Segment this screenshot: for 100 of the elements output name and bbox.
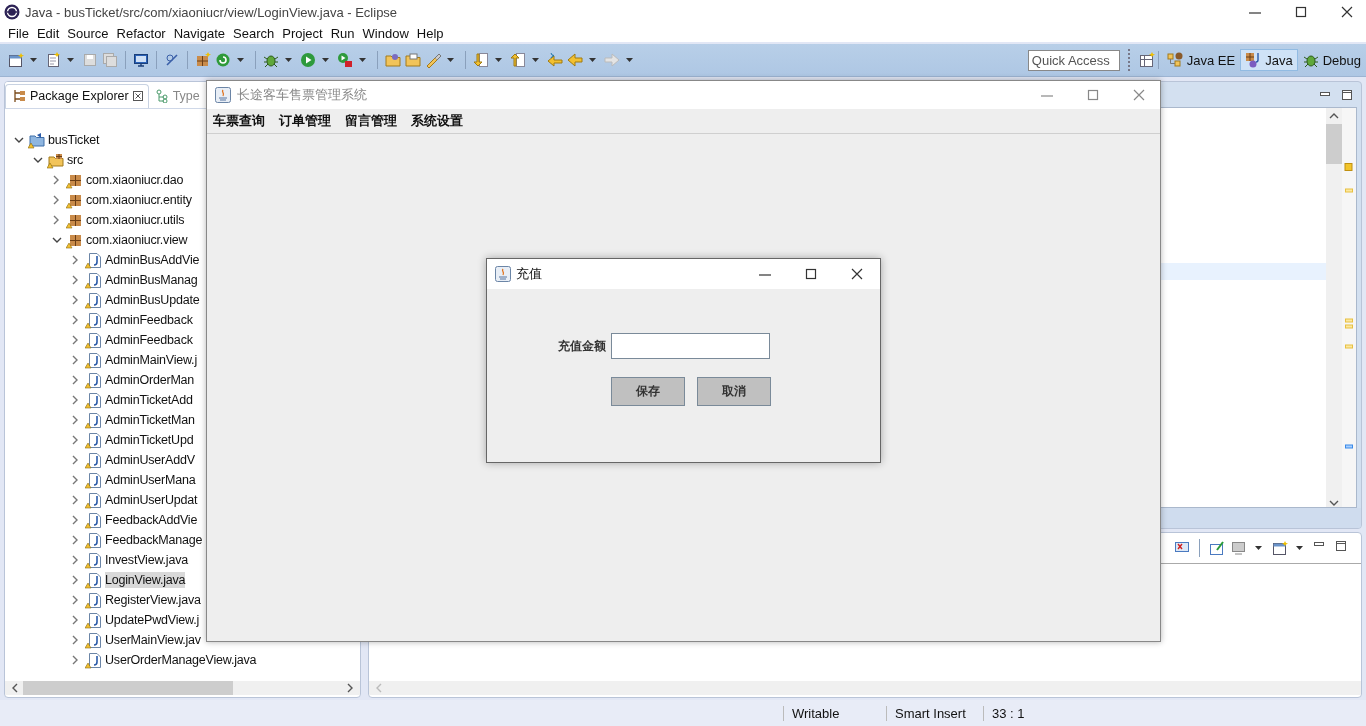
tree-item[interactable]: UserMainView.jav bbox=[105, 632, 201, 648]
tree-item[interactable]: AdminUserMana bbox=[105, 472, 196, 488]
tree-item[interactable]: FeedbackManage bbox=[105, 532, 203, 548]
tree-item[interactable]: FeedbackAddVie bbox=[105, 512, 198, 528]
caret-icon[interactable] bbox=[446, 56, 455, 64]
arrow-up-icon[interactable] bbox=[510, 52, 526, 68]
chevron-down-icon[interactable] bbox=[1329, 499, 1339, 507]
folder-icon[interactable] bbox=[385, 52, 401, 68]
menu-item[interactable]: Help bbox=[414, 25, 450, 41]
maximize-icon[interactable] bbox=[804, 267, 818, 281]
tree-item[interactable]: com.xiaoniucr.utils bbox=[86, 212, 185, 228]
menu-item[interactable]: File bbox=[6, 25, 35, 41]
caret-icon[interactable] bbox=[531, 56, 540, 64]
menu-item[interactable]: 车票查询 bbox=[213, 112, 265, 130]
caret-icon[interactable] bbox=[1295, 544, 1304, 552]
menu-item[interactable]: 订单管理 bbox=[279, 112, 331, 130]
tree-item[interactable]: AdminBusAddVie bbox=[105, 252, 200, 268]
menu-item[interactable]: Project bbox=[280, 25, 329, 41]
caret-icon[interactable] bbox=[494, 56, 503, 64]
tree-item[interactable]: AdminTicketAdd bbox=[105, 392, 193, 408]
tree-item[interactable]: InvestView.java bbox=[105, 552, 188, 568]
menu-item[interactable]: 系统设置 bbox=[411, 112, 463, 130]
bug-icon[interactable] bbox=[263, 52, 279, 68]
new-window-icon[interactable] bbox=[8, 52, 24, 68]
perspective-button[interactable]: Java bbox=[1240, 49, 1298, 71]
perspective-button[interactable]: Debug bbox=[1297, 49, 1366, 71]
menu-item[interactable]: Refactor bbox=[114, 25, 172, 41]
chevron-right-icon[interactable] bbox=[346, 683, 354, 693]
caret-icon[interactable] bbox=[321, 56, 330, 64]
menu-item[interactable]: Source bbox=[65, 25, 115, 41]
tree-item[interactable]: AdminMainView.j bbox=[105, 352, 197, 368]
view-tab[interactable]: Type bbox=[148, 85, 200, 108]
tree-item[interactable]: AdminBusUpdate bbox=[105, 292, 200, 308]
scrollbar-thumb[interactable] bbox=[23, 681, 233, 695]
tree-item[interactable]: AdminBusManag bbox=[105, 272, 198, 288]
tree-item[interactable]: com.xiaoniucr.dao bbox=[86, 172, 184, 188]
new-window-icon[interactable] bbox=[1272, 540, 1288, 556]
caret-icon[interactable] bbox=[588, 56, 597, 64]
scrollbar-thumb[interactable] bbox=[1326, 124, 1342, 164]
close-icon[interactable] bbox=[850, 267, 864, 281]
tree-item[interactable]: busTicket bbox=[48, 132, 100, 148]
maximize-icon[interactable] bbox=[1341, 88, 1353, 101]
tree-item[interactable]: AdminTicketMan bbox=[105, 412, 195, 428]
open-folder-icon[interactable] bbox=[405, 52, 421, 68]
grid-icon[interactable] bbox=[195, 52, 211, 68]
scrollbar[interactable] bbox=[369, 681, 1361, 695]
menu-item[interactable]: Edit bbox=[34, 25, 66, 41]
tree-item[interactable]: AdminUserUpdat bbox=[105, 492, 198, 508]
close-icon[interactable] bbox=[132, 91, 143, 101]
open-perspective-icon[interactable] bbox=[1138, 52, 1155, 68]
scrollbar[interactable] bbox=[5, 681, 360, 695]
view-tab[interactable]: Package Explorer bbox=[5, 84, 149, 108]
tree-item[interactable]: AdminTicketUpd bbox=[105, 432, 194, 448]
maximize-icon[interactable] bbox=[1294, 5, 1308, 19]
arrow-down-icon[interactable] bbox=[473, 52, 489, 68]
tree-item[interactable]: AdminFeedback bbox=[105, 332, 193, 348]
pin-window-icon[interactable] bbox=[1209, 540, 1225, 556]
display-icon[interactable] bbox=[1231, 540, 1247, 556]
new-file-icon[interactable] bbox=[45, 52, 61, 68]
brush-icon[interactable] bbox=[425, 52, 441, 68]
tree-item[interactable]: UserOrderManageView.java bbox=[105, 652, 257, 668]
java-file-icon bbox=[85, 451, 102, 469]
caret-icon[interactable] bbox=[1254, 544, 1263, 552]
menu-item[interactable]: Run bbox=[328, 25, 361, 41]
perspective-button[interactable]: Java EE bbox=[1161, 49, 1241, 71]
tree-item[interactable]: com.xiaoniucr.entity bbox=[86, 192, 192, 208]
caret-icon[interactable] bbox=[236, 56, 245, 64]
tree-item[interactable]: com.xiaoniucr.view bbox=[86, 232, 188, 248]
refresh-icon[interactable] bbox=[215, 52, 231, 68]
caret-icon[interactable] bbox=[284, 56, 293, 64]
caret-icon[interactable] bbox=[625, 56, 634, 64]
caret-icon[interactable] bbox=[66, 56, 75, 64]
play-icon[interactable] bbox=[300, 52, 316, 68]
run-config-icon[interactable] bbox=[337, 52, 353, 68]
caret-icon[interactable] bbox=[358, 56, 367, 64]
amount-field[interactable] bbox=[611, 333, 770, 359]
tree-item[interactable]: src bbox=[67, 152, 84, 168]
menu-item[interactable]: Window bbox=[360, 25, 415, 41]
quick-access-field[interactable]: Quick Access bbox=[1027, 49, 1120, 71]
menu-item[interactable]: Search bbox=[231, 25, 281, 41]
scrollbar[interactable] bbox=[1326, 108, 1342, 507]
tree-item[interactable]: UpdatePwdView.j bbox=[105, 612, 200, 628]
menu-item[interactable]: Navigate bbox=[171, 25, 231, 41]
pin-icon[interactable] bbox=[164, 52, 180, 68]
back-edit-icon[interactable] bbox=[547, 52, 563, 68]
tree-item[interactable]: LoginView.java bbox=[105, 572, 186, 588]
chevron-up-icon[interactable] bbox=[1329, 112, 1339, 120]
tree-item[interactable]: AdminUserAddV bbox=[105, 452, 195, 468]
tree-item[interactable]: AdminFeedback bbox=[105, 312, 193, 328]
caret-icon[interactable] bbox=[29, 56, 38, 64]
chevron-left-icon[interactable] bbox=[11, 683, 19, 693]
menu-item[interactable]: 留言管理 bbox=[345, 112, 397, 130]
save-icon[interactable] bbox=[82, 52, 98, 68]
monitor-icon[interactable] bbox=[133, 52, 149, 68]
tree-item[interactable]: AdminOrderMan bbox=[105, 372, 195, 388]
dialog-button[interactable]: 保存 bbox=[611, 377, 685, 406]
tree-item[interactable]: RegisterView.java bbox=[105, 592, 201, 608]
close-icon[interactable] bbox=[1340, 5, 1354, 19]
dialog-button[interactable]: 取消 bbox=[697, 377, 771, 406]
java-file-icon bbox=[85, 651, 102, 669]
